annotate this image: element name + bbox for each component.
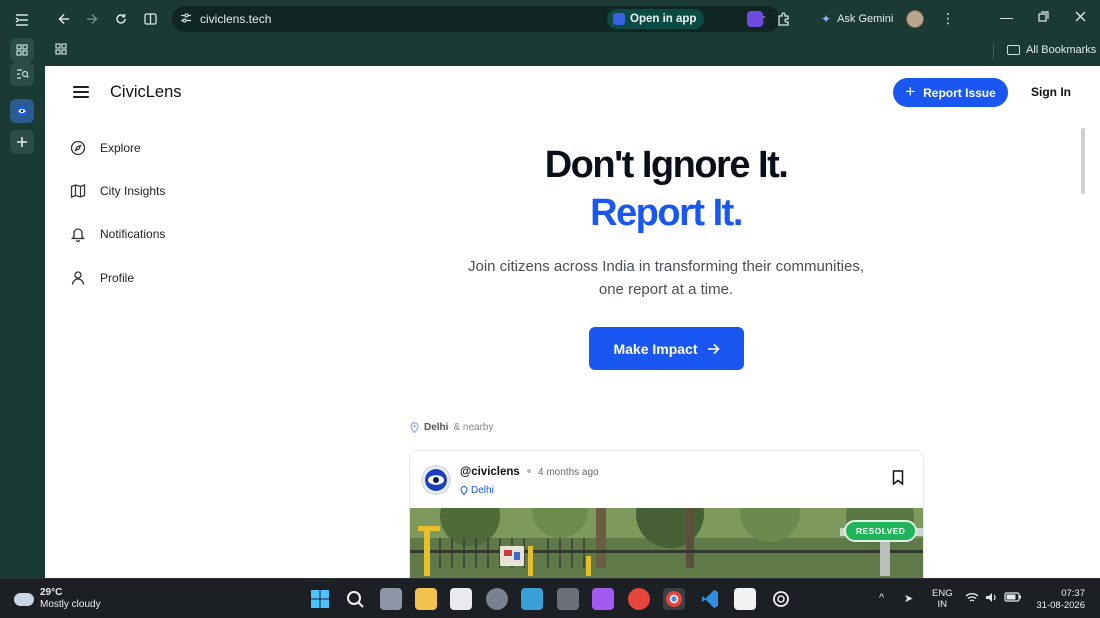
feed-location-filter[interactable]: Delhi & nearby: [410, 422, 493, 433]
post-card[interactable]: @civiclens 4 months ago Delhi RESOLVED: [409, 450, 924, 578]
chevron-up-icon[interactable]: ^: [879, 592, 884, 604]
clock-date: 31-08-2026: [1036, 600, 1085, 611]
weather-widget[interactable]: 29°C Mostly cloudy: [14, 587, 101, 611]
browser-menu-icon[interactable]: ⋮: [941, 10, 955, 27]
separator-dot: [527, 469, 531, 473]
status-badge-resolved: RESOLVED: [844, 520, 918, 542]
hero-subtext: Join citizens across India in transformi…: [45, 255, 1100, 301]
search-icon[interactable]: [344, 588, 366, 610]
url-text[interactable]: civiclens.tech: [200, 12, 271, 26]
open-in-app-button[interactable]: Open in app: [607, 9, 705, 29]
bookmarks-divider: [993, 43, 994, 59]
post-location[interactable]: Delhi: [460, 485, 494, 496]
hero-headline: Don't Ignore It.: [544, 144, 789, 186]
location-pin-icon: [460, 486, 468, 495]
gemini-sparkle-icon: ✦: [821, 12, 832, 26]
cloud-icon: [14, 592, 34, 606]
battery-icon[interactable]: [1004, 592, 1022, 605]
weather-condition: Mostly cloudy: [40, 599, 101, 610]
brand-logo-text[interactable]: CivicLens: [110, 83, 182, 102]
weather-text: 29°C Mostly cloudy: [40, 587, 101, 611]
chrome-active-icon[interactable]: [663, 588, 685, 610]
forward-icon[interactable]: [82, 9, 102, 29]
file-explorer-icon[interactable]: [415, 588, 437, 610]
tab-groups-icon[interactable]: [10, 38, 34, 62]
arrow-right-icon: [707, 343, 720, 354]
hamburger-menu-icon[interactable]: [73, 86, 89, 98]
task-view-icon[interactable]: [380, 588, 402, 610]
vscode-icon[interactable]: [699, 588, 721, 610]
address-bar[interactable]: civiclens.tech Open in app ☆: [172, 6, 780, 32]
page-scrollbar[interactable]: [1081, 128, 1085, 194]
make-impact-button[interactable]: Make Impact: [589, 327, 744, 370]
folder-icon: [1007, 45, 1020, 55]
ask-gemini-label: Ask Gemini: [837, 13, 894, 25]
close-window-icon[interactable]: [1075, 10, 1086, 25]
feed-location-city: Delhi: [424, 422, 449, 433]
notepad-icon[interactable]: [521, 588, 543, 610]
back-icon[interactable]: [54, 9, 74, 29]
report-issue-button[interactable]: + Report Issue: [893, 78, 1008, 107]
make-impact-label: Make Impact: [613, 340, 698, 357]
language-code: ENG: [932, 588, 953, 599]
app-icon[interactable]: [557, 588, 579, 610]
split-view-icon[interactable]: [140, 9, 160, 29]
hero-headline-accent: Report It.: [590, 192, 743, 234]
windows-taskbar: 29°C Mostly cloudy ^ ➤ ENG IN 07:37 31-0: [0, 578, 1100, 618]
settings-gear-icon[interactable]: [486, 588, 508, 610]
copilot-icon[interactable]: [592, 588, 614, 610]
extensions-puzzle-icon[interactable]: [776, 11, 792, 27]
plus-icon: +: [905, 81, 916, 101]
restore-icon[interactable]: [1038, 10, 1049, 25]
extension-media-icon[interactable]: [747, 11, 763, 27]
civiclens-eye-icon: [425, 469, 447, 491]
post-location-label: Delhi: [471, 485, 494, 496]
location-pin-icon: [410, 422, 419, 433]
vertical-tab-strip: [0, 0, 45, 578]
post-author-avatar[interactable]: [421, 465, 451, 495]
reload-icon[interactable]: [111, 9, 131, 29]
post-time: 4 months ago: [538, 467, 599, 478]
wifi-icon[interactable]: [965, 592, 979, 606]
language-region: IN: [937, 599, 948, 610]
apps-grid-icon[interactable]: [55, 43, 67, 58]
post-author-handle[interactable]: @civiclens: [460, 466, 520, 478]
bookmarks-bar: All Bookmarks: [45, 38, 1100, 66]
open-in-app-label: Open in app: [630, 13, 697, 25]
chrome-icon[interactable]: [628, 588, 650, 610]
feed-location-suffix: & nearby: [453, 422, 494, 433]
new-tab-icon[interactable]: [10, 130, 34, 154]
site-settings-icon[interactable]: [180, 12, 192, 27]
tab-search-icon[interactable]: [10, 62, 34, 86]
bookmark-icon[interactable]: [892, 470, 904, 485]
hero-subtext-line: one report at a time.: [598, 281, 734, 298]
volume-icon[interactable]: [985, 592, 998, 606]
all-bookmarks-label: All Bookmarks: [1026, 44, 1097, 56]
location-arrow-icon[interactable]: ➤: [904, 592, 913, 605]
app-icon: [613, 13, 625, 25]
start-windows-icon[interactable]: [309, 588, 331, 610]
street-photo-image: [410, 508, 923, 578]
web-page: CivicLens + Report Issue Sign In Explore…: [45, 66, 1100, 578]
hero-subtext-line: Join citizens across India in transformi…: [468, 258, 864, 275]
ask-gemini-button[interactable]: ✦ Ask Gemini: [821, 12, 893, 26]
store-icon[interactable]: [450, 588, 472, 610]
all-bookmarks-button[interactable]: All Bookmarks: [1007, 44, 1096, 56]
collapse-tabs-icon[interactable]: [10, 8, 34, 32]
browser-toolbar: civiclens.tech Open in app ☆ ✦ Ask Gemin…: [45, 0, 1100, 38]
system-clock[interactable]: 07:37 31-08-2026: [1033, 588, 1085, 612]
profile-avatar[interactable]: [906, 10, 924, 28]
app-a-icon[interactable]: [734, 588, 756, 610]
language-indicator[interactable]: ENG IN: [932, 588, 953, 610]
post-photo[interactable]: RESOLVED: [410, 508, 923, 578]
report-issue-label: Report Issue: [923, 85, 996, 100]
weather-temperature: 29°C: [40, 587, 63, 598]
chatgpt-icon[interactable]: [770, 588, 792, 610]
minimize-icon[interactable]: —: [1000, 10, 1013, 25]
clock-time: 07:37: [1061, 588, 1085, 599]
civiclens-tab-icon[interactable]: [10, 99, 34, 123]
sign-in-link[interactable]: Sign In: [1031, 85, 1071, 99]
